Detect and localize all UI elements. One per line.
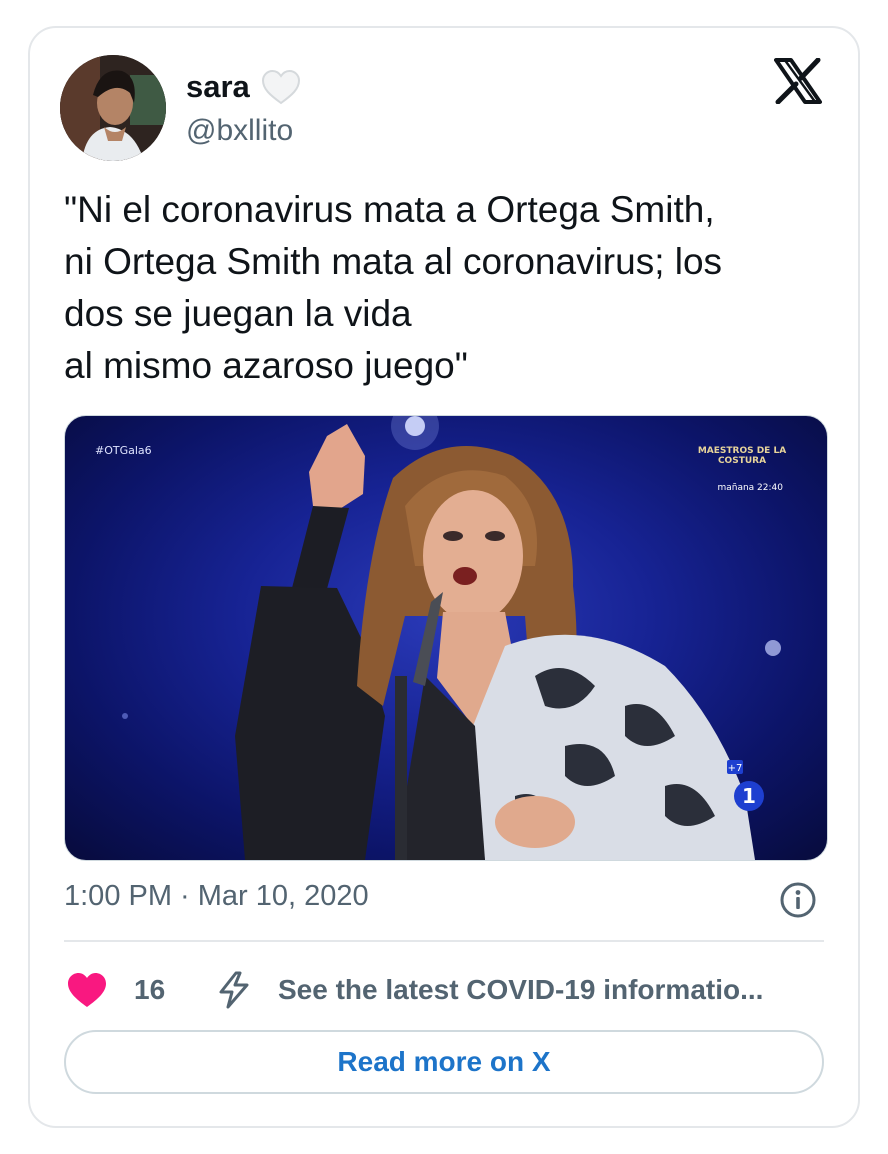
lightning-bolt-icon <box>219 971 249 1009</box>
like-heart-icon[interactable] <box>66 971 108 1009</box>
media-hashtag: #OTGala6 <box>95 444 152 457</box>
display-name[interactable]: sara <box>186 69 250 105</box>
tweet-timestamp[interactable]: 1:00 PM · Mar 10, 2020 <box>64 880 369 913</box>
performer-photo <box>122 416 781 860</box>
like-count: 16 <box>134 974 166 1005</box>
info-icon[interactable] <box>778 880 818 920</box>
avatar[interactable] <box>60 55 166 161</box>
display-name-row: sara <box>186 68 302 106</box>
read-more-button[interactable]: Read more on X <box>64 1030 824 1094</box>
avatar-photo <box>60 55 166 161</box>
tweet-media[interactable]: #OTGala6 MAESTROS DE LA COSTURA mañana 2… <box>64 415 828 861</box>
tweet-card: sara @bxllito "Ni el coronavirus mata a … <box>28 26 860 1128</box>
channel-logo-icon: +7 1 <box>727 760 764 811</box>
x-logo-icon[interactable] <box>774 58 822 104</box>
channel-plus: +7 <box>728 763 743 774</box>
channel-number: 1 <box>742 784 756 808</box>
user-handle[interactable]: @bxllito <box>186 114 293 148</box>
divider <box>64 940 824 942</box>
show-badge: MAESTROS DE LA COSTURA <box>697 446 787 466</box>
white-heart-icon <box>261 69 300 105</box>
show-time: mañana 22:40 <box>717 483 783 493</box>
covid-info-link[interactable]: See the latest COVID-19 informatio... <box>278 974 822 1006</box>
tweet-text: "Ni el coronavirus mata a Ortega Smith, … <box>64 189 723 386</box>
tweet-actions: 16 See the latest COVID-19 informatio... <box>66 968 822 1012</box>
